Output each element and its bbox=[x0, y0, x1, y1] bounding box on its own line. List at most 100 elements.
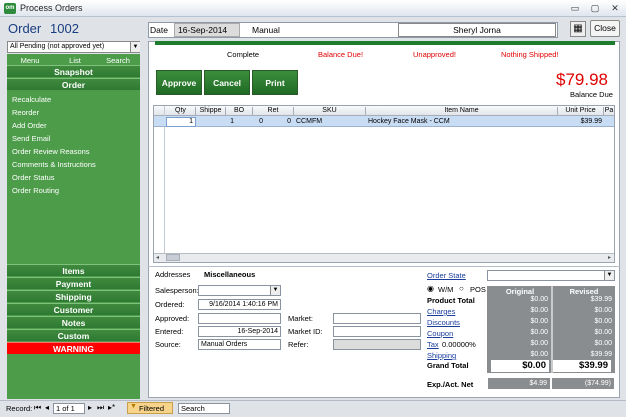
tab-menu[interactable]: Menu bbox=[10, 56, 50, 65]
horizontal-scrollbar[interactable] bbox=[154, 253, 614, 262]
menu-item-order-routing[interactable]: Order Routing bbox=[12, 186, 59, 195]
menu-item-send-email[interactable]: Send Email bbox=[12, 134, 50, 143]
revised-header: Revised bbox=[569, 287, 599, 296]
first-record-icon[interactable]: ⏮ bbox=[34, 403, 41, 413]
section-order[interactable]: Order bbox=[7, 78, 140, 90]
progress-bar bbox=[155, 41, 615, 45]
filter-icon: ▼ bbox=[130, 403, 137, 410]
section-payment[interactable]: Payment bbox=[7, 277, 140, 289]
tab-list[interactable]: List bbox=[55, 56, 95, 65]
pos-label: POS bbox=[470, 285, 486, 294]
order-mode: Manual bbox=[252, 25, 280, 35]
product-total-label: Product Total bbox=[427, 296, 475, 305]
tax-link[interactable]: Tax bbox=[427, 340, 439, 349]
print-button[interactable]: Print bbox=[252, 70, 298, 95]
section-customer[interactable]: Customer bbox=[7, 303, 140, 315]
col-pa[interactable]: Pa bbox=[604, 107, 614, 116]
source-field[interactable]: Manual Orders bbox=[198, 339, 281, 350]
chevron-down-icon[interactable]: ▼ bbox=[604, 271, 614, 280]
next-record-icon[interactable]: ▸ bbox=[88, 403, 92, 412]
section-notes[interactable]: Notes bbox=[7, 316, 140, 328]
col-ret[interactable]: Ret bbox=[253, 107, 294, 116]
entered-label: Entered: bbox=[155, 327, 184, 336]
stage-balance-due: Balance Due! bbox=[318, 50, 364, 59]
new-record-icon[interactable]: ▸* bbox=[108, 403, 115, 412]
shipping-link[interactable]: Shipping bbox=[427, 351, 456, 360]
order-state-link[interactable]: Order State bbox=[427, 271, 466, 280]
approved-field[interactable] bbox=[198, 313, 281, 324]
filter-select[interactable]: All Pending (not approved yet) bbox=[7, 41, 140, 53]
refer-label: Refer: bbox=[288, 340, 309, 349]
minimize-button[interactable]: ▭ bbox=[566, 2, 584, 14]
approve-button[interactable]: Approve bbox=[156, 70, 202, 95]
col-sku[interactable]: SKU bbox=[294, 107, 366, 116]
menu-item-reorder[interactable]: Reorder bbox=[12, 108, 39, 117]
section-items[interactable]: Items bbox=[7, 264, 140, 276]
col-unit-price[interactable]: Unit Price bbox=[558, 107, 604, 116]
salesperson-select[interactable] bbox=[198, 285, 281, 296]
calculator-icon[interactable]: ▦ bbox=[570, 21, 586, 37]
section-shipping[interactable]: Shipping bbox=[7, 290, 140, 302]
section-custom[interactable]: Custom bbox=[7, 329, 140, 341]
refer-field[interactable] bbox=[333, 339, 421, 350]
chevron-down-icon[interactable]: ▼ bbox=[130, 42, 140, 52]
window-close-button[interactable]: ✕ bbox=[606, 2, 624, 14]
original-shipping: $0.00 bbox=[530, 351, 548, 358]
addresses-tab[interactable]: Addresses bbox=[155, 270, 190, 279]
ordered-field[interactable]: 9/16/2014 1:40:16 PM bbox=[198, 299, 281, 310]
order-state-select[interactable] bbox=[487, 270, 615, 281]
discounts-link[interactable]: Discounts bbox=[427, 318, 460, 327]
col-qty[interactable]: Qty bbox=[166, 107, 196, 116]
col-item-name[interactable]: Item Name bbox=[366, 107, 558, 116]
cell-qty[interactable]: 1 bbox=[166, 117, 196, 127]
col-shipped[interactable]: Shippe bbox=[196, 107, 226, 116]
wm-radio[interactable]: ◉ bbox=[427, 284, 434, 293]
scroll-left-icon[interactable]: ◂ bbox=[156, 254, 159, 261]
source-label: Source: bbox=[155, 340, 181, 349]
scroll-thumb[interactable] bbox=[166, 254, 180, 261]
original-coupon: $0.00 bbox=[530, 329, 548, 336]
revised-charges: $0.00 bbox=[594, 307, 612, 314]
scroll-right-icon[interactable]: ▸ bbox=[608, 254, 611, 261]
warning-button[interactable]: WARNING bbox=[7, 342, 140, 354]
menu-item-comments[interactable]: Comments & Instructions bbox=[12, 160, 96, 169]
menu-item-add-order[interactable]: Add Order bbox=[12, 121, 47, 130]
last-record-icon[interactable]: ⏭ bbox=[97, 403, 104, 413]
maximize-button[interactable]: ▢ bbox=[586, 2, 604, 14]
close-button[interactable]: Close bbox=[590, 20, 620, 37]
revised-tax: $0.00 bbox=[594, 340, 612, 347]
status-bar bbox=[0, 400, 626, 417]
stage-nothing-shipped: Nothing Shipped! bbox=[501, 50, 559, 59]
record-label: Record: bbox=[6, 404, 33, 413]
market-id-field[interactable] bbox=[333, 326, 421, 337]
misc-tab[interactable]: Miscellaneous bbox=[204, 270, 255, 279]
record-position[interactable]: 1 of 1 bbox=[53, 403, 85, 414]
entered-field[interactable]: 16-Sep-2014 bbox=[198, 326, 281, 337]
menu-item-review-reasons[interactable]: Order Review Reasons bbox=[12, 147, 90, 156]
charges-link[interactable]: Charges bbox=[427, 307, 455, 316]
app-icon: om bbox=[4, 3, 16, 14]
date-field[interactable]: 16-Sep-2014 bbox=[174, 23, 240, 37]
coupon-link[interactable]: Coupon bbox=[427, 329, 453, 338]
salesperson-label: Salesperson: bbox=[155, 286, 199, 295]
pos-radio[interactable]: ○ bbox=[459, 284, 464, 293]
chevron-down-icon[interactable]: ▼ bbox=[270, 286, 280, 295]
section-snapshot[interactable]: Snapshot bbox=[7, 65, 140, 77]
user-field[interactable]: Sheryl Jorna bbox=[398, 23, 556, 37]
prev-record-icon[interactable]: ◂ bbox=[45, 403, 49, 412]
cell-sku: CCMFM bbox=[296, 118, 323, 125]
exp-act-label: Exp./Act. Net bbox=[427, 380, 474, 389]
approved-label: Approved: bbox=[155, 314, 190, 323]
original-discounts: $0.00 bbox=[530, 318, 548, 325]
menu-item-recalculate[interactable]: Recalculate bbox=[12, 95, 51, 104]
col-bo[interactable]: BO bbox=[226, 107, 253, 116]
menu-item-order-status[interactable]: Order Status bbox=[12, 173, 55, 182]
tab-search[interactable]: Search bbox=[98, 56, 138, 65]
cell-ret: 0 bbox=[287, 118, 291, 125]
items-grid bbox=[153, 105, 615, 263]
search-input[interactable]: Search bbox=[178, 403, 230, 414]
cancel-button[interactable]: Cancel bbox=[204, 70, 250, 95]
section-divider bbox=[148, 266, 620, 267]
market-field[interactable] bbox=[333, 313, 421, 324]
cell-item-name: Hockey Face Mask - CCM bbox=[368, 118, 450, 125]
